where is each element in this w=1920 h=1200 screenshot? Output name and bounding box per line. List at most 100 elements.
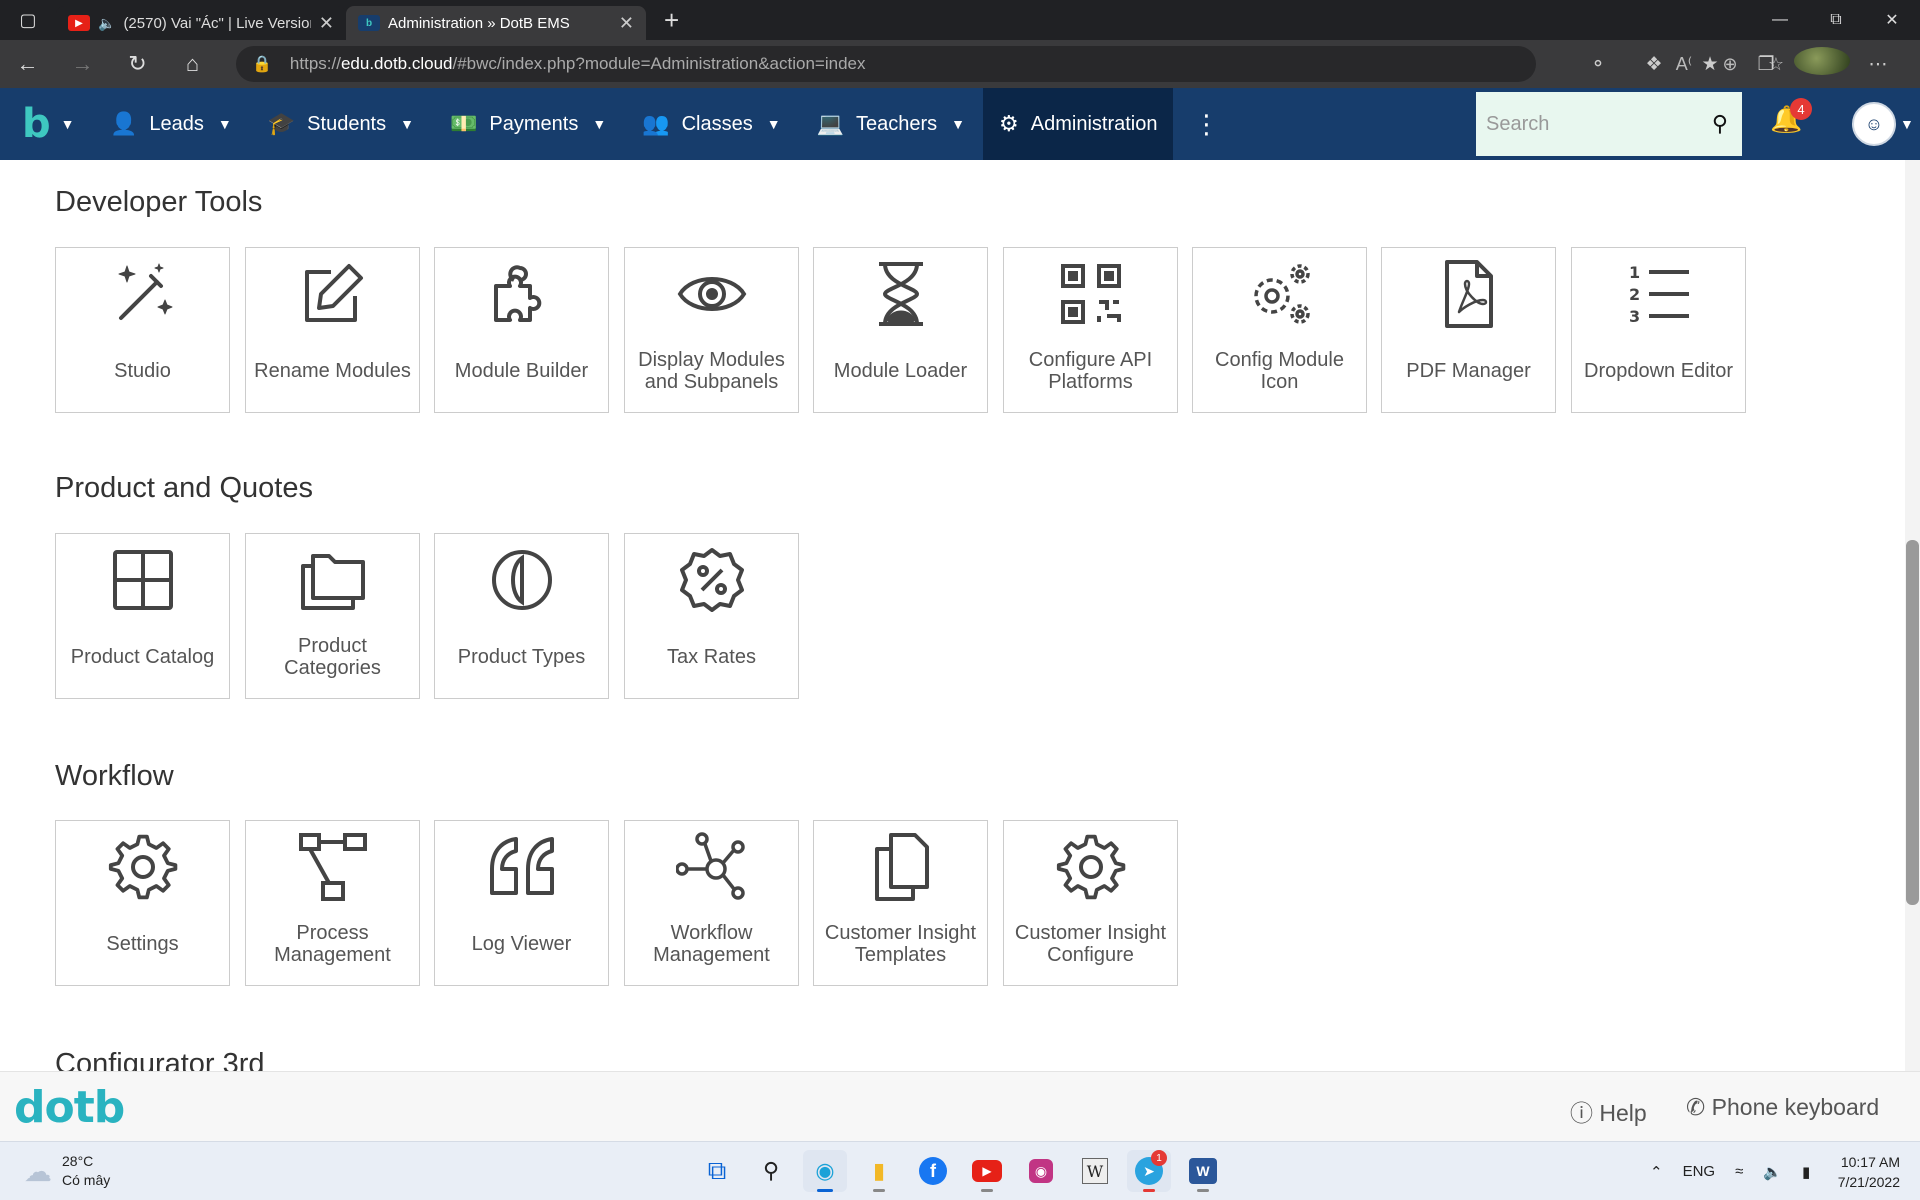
more-icon[interactable]: ⋯ — [1850, 53, 1906, 76]
browser-tab-administration[interactable]: b Administration » DotB EMS ✕ — [346, 6, 646, 40]
taskbar-explorer[interactable]: ▮ — [857, 1150, 901, 1192]
taskbar-telegram[interactable]: ➤ 1 — [1127, 1150, 1171, 1192]
svg-text:1: 1 — [1629, 263, 1640, 282]
restore-icon[interactable]: ⧉ — [1808, 0, 1864, 40]
weather-widget[interactable]: ☁ 28°C Có mây — [24, 1152, 110, 1190]
tile-label: Customer Insight Configure — [1014, 922, 1167, 966]
qr-code-icon — [1051, 254, 1131, 334]
wifi-icon[interactable]: ≈ — [1735, 1163, 1743, 1180]
battery-icon[interactable]: ▮ — [1802, 1163, 1810, 1181]
tile-customer-insight-configure[interactable]: Customer Insight Configure — [1003, 820, 1178, 986]
tile-log-viewer[interactable]: Log Viewer — [434, 820, 609, 986]
gear-icon — [103, 827, 183, 907]
chevron-down-icon[interactable]: ▼ — [1900, 116, 1914, 132]
weather-condition: Có mây — [62, 1172, 111, 1188]
payment-icon: 💵 — [449, 111, 478, 136]
tile-product-categories[interactable]: Product Categories — [245, 533, 420, 699]
minimize-icon[interactable]: — — [1752, 0, 1808, 40]
browser-tab-youtube[interactable]: ▶ 🔈 (2570) Vai "Ác" | Live Version ✕ — [56, 6, 346, 40]
url-text: https://edu.dotb.cloud/#bwc/index.php?mo… — [289, 54, 866, 73]
svg-text:3: 3 — [1629, 307, 1640, 326]
lock-icon[interactable]: 🔒 — [252, 54, 272, 74]
folder-icon: ▮ — [872, 1158, 886, 1183]
back-icon[interactable]: ← — [0, 40, 55, 88]
close-tab-icon[interactable]: ✕ — [619, 13, 634, 34]
forward-icon[interactable]: → — [55, 40, 110, 88]
tracking-icon[interactable]: ⚬ — [1570, 53, 1626, 76]
close-window-icon[interactable]: ✕ — [1864, 0, 1920, 40]
volume-icon[interactable]: 🔈 — [1763, 1163, 1782, 1181]
tab-actions-icon[interactable]: ▢ — [0, 0, 56, 40]
refresh-icon[interactable]: ↻ — [110, 40, 165, 88]
tile-label: Dropdown Editor — [1584, 360, 1733, 382]
nav-leads[interactable]: 👤 Leads ▼ — [92, 88, 250, 160]
more-menu-icon[interactable]: ⋮ — [1173, 109, 1239, 140]
notification-badge: 4 — [1790, 98, 1812, 120]
quote-icon — [482, 827, 562, 907]
brand-menu[interactable]: b ▼ — [0, 88, 92, 160]
tile-customer-insight-templates[interactable]: Customer Insight Templates — [813, 820, 988, 986]
help-link[interactable]: ⓘ Help — [1570, 1094, 1647, 1128]
new-tab-button[interactable]: + — [664, 5, 679, 36]
tile-display-modules[interactable]: Display Modules and Subpanels — [624, 247, 799, 413]
speaker-icon[interactable]: 🔈 — [98, 15, 115, 32]
nav-teachers[interactable]: 💻 Teachers ▼ — [799, 88, 983, 160]
tile-module-loader[interactable]: Module Loader — [813, 247, 988, 413]
taskbar-youtube[interactable]: ▶ — [965, 1150, 1009, 1192]
extensions-icon[interactable]: ❖ — [1626, 53, 1682, 76]
favorites-icon[interactable]: ★ — [1682, 53, 1738, 76]
avatar[interactable]: ☺ — [1852, 102, 1896, 146]
nav-payments[interactable]: 💵 Payments ▼ — [432, 88, 624, 160]
tile-product-types[interactable]: Product Types — [434, 533, 609, 699]
collections-icon[interactable]: ❐ — [1738, 53, 1794, 76]
nav-label: Leads — [149, 112, 204, 135]
tile-rename-modules[interactable]: Rename Modules — [245, 247, 420, 413]
tile-configure-api[interactable]: Configure API Platforms — [1003, 247, 1178, 413]
taskbar-instagram[interactable]: ◉ — [1019, 1150, 1063, 1192]
tile-label: Product Types — [457, 646, 586, 668]
tile-product-catalog[interactable]: Product Catalog — [55, 533, 230, 699]
search-icon[interactable]: ⚲ — [1712, 111, 1728, 137]
clock-date: 7/21/2022 — [1837, 1174, 1900, 1190]
nav-administration[interactable]: ⚙ Administration — [983, 88, 1174, 160]
home-icon[interactable]: ⌂ — [165, 40, 220, 88]
app-navbar: b ▼ 👤 Leads ▼ 🎓 Students ▼ 💵 Payments ▼ … — [0, 88, 1920, 160]
chevron-down-icon: ▼ — [217, 116, 232, 132]
taskbar-search[interactable]: ⚲ — [749, 1150, 793, 1192]
taskbar-wikipedia[interactable]: W — [1073, 1150, 1117, 1192]
chevron-down-icon: ▼ — [592, 116, 607, 132]
tile-dropdown-editor[interactable]: 1 2 3 Dropdown Editor — [1571, 247, 1746, 413]
tile-pdf-manager[interactable]: PDF Manager — [1381, 247, 1556, 413]
youtube-icon: ▶ — [68, 15, 90, 31]
nav-classes[interactable]: 👥 Classes ▼ — [624, 88, 798, 160]
taskbar-edge[interactable]: ◉ — [803, 1150, 847, 1192]
taskbar-word[interactable]: W — [1181, 1150, 1225, 1192]
tile-tax-rates[interactable]: Tax Rates — [624, 533, 799, 699]
tile-workflow-management[interactable]: Workflow Management — [624, 820, 799, 986]
tile-config-module-icon[interactable]: Config Module Icon — [1192, 247, 1367, 413]
tile-process-management[interactable]: Process Management — [245, 820, 420, 986]
tile-settings[interactable]: Settings — [55, 820, 230, 986]
tile-label: Process Management — [274, 922, 391, 966]
group-icon: 👥 — [642, 111, 670, 136]
scrollbar-thumb[interactable] — [1906, 540, 1919, 905]
taskbar-facebook[interactable]: f — [911, 1150, 955, 1192]
profile-icon[interactable] — [1794, 47, 1850, 81]
close-tab-icon[interactable]: ✕ — [319, 13, 334, 34]
notifications-button[interactable]: 🔔 4 — [1770, 98, 1812, 135]
tab-title: (2570) Vai "Ác" | Live Version — [123, 14, 311, 32]
url-field[interactable]: 🔒 https://edu.dotb.cloud/#bwc/index.php?… — [236, 46, 1784, 82]
tile-module-builder[interactable]: Module Builder — [434, 247, 609, 413]
phone-keyboard-link[interactable]: ✆ Phone keyboard — [1686, 1094, 1879, 1121]
address-bar: ← → ↻ ⌂ 🔒 https://edu.dotb.cloud/#bwc/in… — [0, 40, 1920, 88]
telegram-badge: 1 — [1151, 1150, 1167, 1166]
nav-students[interactable]: 🎓 Students ▼ — [250, 88, 432, 160]
start-button[interactable]: ⧉ — [695, 1150, 739, 1192]
edge-icon: ◉ — [815, 1158, 835, 1183]
pdf-icon — [1429, 254, 1509, 334]
language-indicator[interactable]: ENG — [1683, 1163, 1716, 1180]
tile-studio[interactable]: Studio — [55, 247, 230, 413]
search-input[interactable] — [1486, 112, 1686, 136]
chevron-up-icon[interactable]: ⌃ — [1650, 1163, 1663, 1181]
clock[interactable]: 10:17 AM 7/21/2022 — [1820, 1152, 1900, 1192]
